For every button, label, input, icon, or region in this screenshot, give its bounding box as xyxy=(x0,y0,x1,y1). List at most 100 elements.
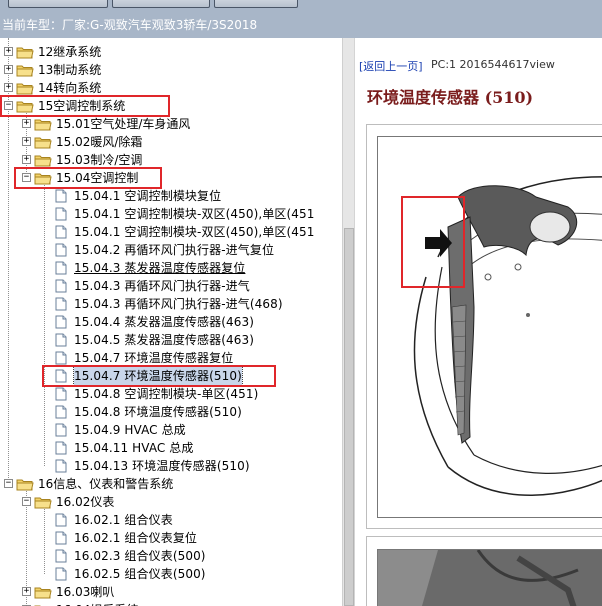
content-pane: [返回上一页] PC:1 2016544617view 环境温度传感器 (510… xyxy=(354,38,602,606)
tree-node-label: 16.02.5 组合仪表(500) xyxy=(74,567,206,581)
tree-node-label: 15.04.5 蒸发器温度传感器(463) xyxy=(74,333,254,347)
document-icon xyxy=(55,279,67,293)
expand-icon[interactable]: + xyxy=(22,587,31,596)
tree-page-node[interactable]: 15.04.1 空调控制模块-双区(450),单区(451 xyxy=(0,205,342,223)
tree-page-node[interactable]: 15.04.3 再循环风门执行器-进气(468) xyxy=(0,295,342,313)
tree-folder-node[interactable]: − 16.02仪表 xyxy=(0,493,342,511)
tree-page-node[interactable]: 15.04.8 环境温度传感器(510) xyxy=(0,403,342,421)
tree-page-node[interactable]: 15.04.1 空调控制模块复位 xyxy=(0,187,342,205)
mount-point-3 xyxy=(526,313,530,317)
folder-icon xyxy=(16,46,34,59)
expand-icon[interactable]: + xyxy=(22,155,31,164)
tree-node-label: 16.02仪表 xyxy=(56,495,115,509)
back-link[interactable]: [返回上一页] xyxy=(359,58,423,74)
folder-icon xyxy=(16,100,34,113)
tree-folder-node[interactable]: +16.03喇叭 xyxy=(0,583,342,601)
document-icon xyxy=(55,297,67,311)
tree-page-node[interactable]: 15.04.1 空调控制模块-双区(450),单区(451 xyxy=(0,223,342,241)
document-icon xyxy=(55,405,67,419)
folder-icon xyxy=(34,172,52,185)
scrollbar-thumb[interactable] xyxy=(344,228,354,606)
folder-icon xyxy=(16,82,34,95)
tree-page-node[interactable]: 15.04.2 再循环风门执行器-进气复位 xyxy=(0,241,342,259)
tree-connector-line xyxy=(46,47,56,48)
document-icon xyxy=(55,423,67,437)
folder-icon xyxy=(16,64,34,77)
tree-folder-node[interactable]: +14转向系统 xyxy=(0,79,342,97)
tree-folder-node[interactable]: +15.03制冷/空调 xyxy=(0,151,342,169)
tree-page-node[interactable]: 15.04.5 蒸发器温度传感器(463) xyxy=(0,331,342,349)
current-vehicle-label: 当前车型： xyxy=(2,18,63,32)
tree-node-label: 14转向系统 xyxy=(38,81,102,95)
tree-node-label: 15.04.1 空调控制模块-双区(450),单区(451 xyxy=(74,207,315,221)
detail-diagram-svg xyxy=(378,550,602,606)
tree-page-node[interactable]: 15.04.13 环境温度传感器(510) xyxy=(0,457,342,475)
toolbar-button-3[interactable] xyxy=(214,0,298,8)
tree-node-label: 15.04.9 HVAC 总成 xyxy=(74,423,186,437)
tree-page-node[interactable]: 15.04.11 HVAC 总成 xyxy=(0,439,342,457)
document-icon xyxy=(55,549,67,563)
tree-folder-node[interactable]: − 16信息、仪表和警告系统 xyxy=(0,475,342,493)
tree-folder-node[interactable]: +15.02暖风/除霜 xyxy=(0,133,342,151)
document-icon xyxy=(55,315,67,329)
tree-node-label: 15.03制冷/空调 xyxy=(56,153,143,167)
folder-icon xyxy=(16,478,34,491)
tree-scrollbar[interactable] xyxy=(342,38,354,606)
tree-page-node[interactable]: 15.04.4 蒸发器温度传感器(463) xyxy=(0,313,342,331)
tree-page-node[interactable]: 15.04.8 空调控制模块-单区(451) xyxy=(0,385,342,403)
tree-node-label: 16.02.1 组合仪表 xyxy=(74,513,173,527)
document-icon xyxy=(55,243,67,257)
bumper-inner-bottom xyxy=(473,454,602,474)
expand-icon[interactable]: + xyxy=(22,137,31,146)
expand-icon[interactable]: + xyxy=(4,65,13,74)
tree-node-label: 15空调控制系统 xyxy=(38,99,126,113)
collapse-icon[interactable]: − xyxy=(22,173,31,182)
tree-page-node[interactable]: 15.04.7 环境温度传感器(510) xyxy=(0,366,342,386)
tree-page-node[interactable]: 16.02.1 组合仪表复位 xyxy=(0,529,342,547)
collapse-icon[interactable]: − xyxy=(4,479,13,488)
tree-folder-node[interactable]: +15.01空气处理/车身通风 xyxy=(0,115,342,133)
document-icon xyxy=(55,207,67,221)
bumper-side-outline xyxy=(413,276,449,468)
tree-node-label: 13制动系统 xyxy=(38,63,102,77)
tree-folder-node[interactable]: +16.04娱乐系统 xyxy=(0,601,342,606)
expand-icon[interactable]: + xyxy=(4,83,13,92)
tree-node-label: 12继承系统 xyxy=(38,45,102,59)
tree-node-label: 15.04.3 再循环风门执行器-进气(468) xyxy=(74,297,283,311)
tree-folder-node[interactable]: − 15空调控制系统 xyxy=(0,97,342,115)
tree-folder-node[interactable]: +12继承系统 xyxy=(0,43,342,61)
top-toolbar: 当前车型：厂家:G-观致汽车观致3轿车/3S2018 xyxy=(0,0,602,38)
tree-node-label: 15.04.1 空调控制模块-双区(450),单区(451 xyxy=(74,225,315,239)
expand-icon[interactable]: + xyxy=(22,119,31,128)
tree-page-node[interactable]: 15.04.3 再循环风门执行器-进气 xyxy=(0,277,342,295)
tree-node-label: 15.04.7 环境温度传感器(510) xyxy=(73,366,243,386)
tree-node-label: 15.04.4 蒸发器温度传感器(463) xyxy=(74,315,254,329)
mount-point-1 xyxy=(484,273,492,281)
tree-page-node[interactable]: 16.02.3 组合仪表(500) xyxy=(0,547,342,565)
tree-folder-node[interactable]: − 15.04空调控制 xyxy=(0,169,342,187)
page-code: PC:1 2016544617view xyxy=(431,58,555,71)
document-icon xyxy=(55,351,67,365)
sensor-location-diagram xyxy=(377,136,602,518)
tree-node-label: 15.04.8 空调控制模块-单区(451) xyxy=(74,387,259,401)
detail-diagram xyxy=(377,549,602,606)
tree-page-node[interactable]: 15.04.7 环境温度传感器复位 xyxy=(0,349,342,367)
toolbar-button-2[interactable] xyxy=(112,0,210,8)
tree-page-node[interactable]: 15.04.3 蒸发器温度传感器复位 xyxy=(0,259,342,277)
tree-page-node[interactable]: 16.02.5 组合仪表(500) xyxy=(0,565,342,583)
tree-page-node[interactable]: 15.04.9 HVAC 总成 xyxy=(0,421,342,439)
document-icon xyxy=(55,369,67,383)
expand-icon[interactable]: + xyxy=(4,47,13,56)
toolbar-button-1[interactable] xyxy=(8,0,108,8)
document-icon xyxy=(55,261,67,275)
folder-icon xyxy=(34,136,52,149)
diagram-svg xyxy=(401,176,602,496)
collapse-icon[interactable]: − xyxy=(22,497,31,506)
tree-node-label: 16.02.1 组合仪表复位 xyxy=(74,531,198,545)
tree-node-label: 15.04.2 再循环风门执行器-进气复位 xyxy=(74,243,275,257)
collapse-icon[interactable]: − xyxy=(4,101,13,110)
tree-page-node[interactable]: 16.02.1 组合仪表 xyxy=(0,511,342,529)
headlamp-lens xyxy=(529,211,571,243)
current-vehicle: 当前车型：厂家:G-观致汽车观致3轿车/3S2018 xyxy=(2,17,257,33)
tree-folder-node[interactable]: +13制动系统 xyxy=(0,61,342,79)
